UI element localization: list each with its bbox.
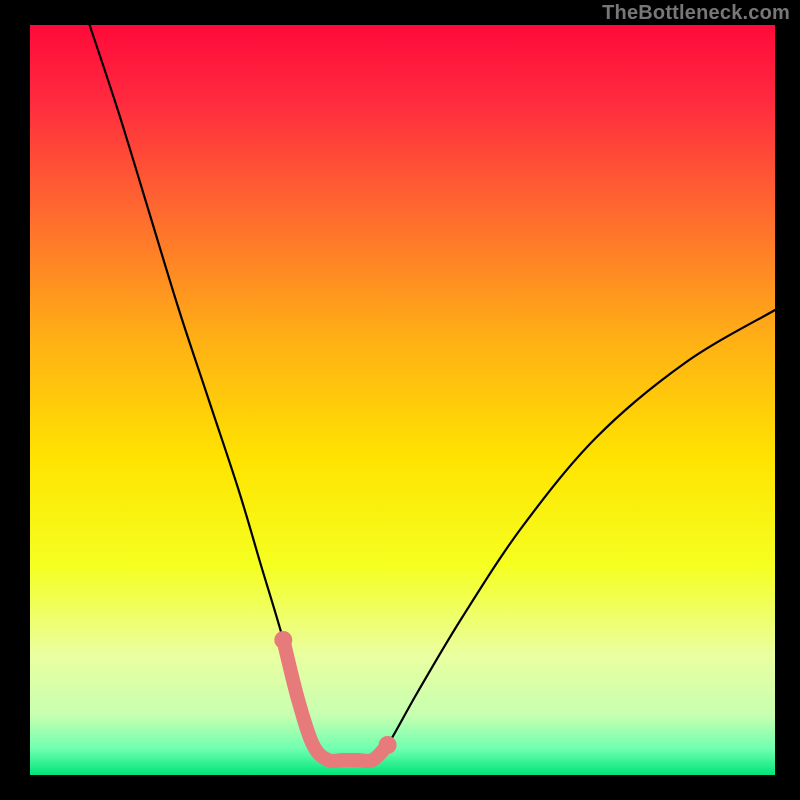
chart-frame: TheBottleneck.com xyxy=(0,0,800,800)
bottleneck-chart xyxy=(0,0,800,800)
plot-background xyxy=(30,25,775,775)
